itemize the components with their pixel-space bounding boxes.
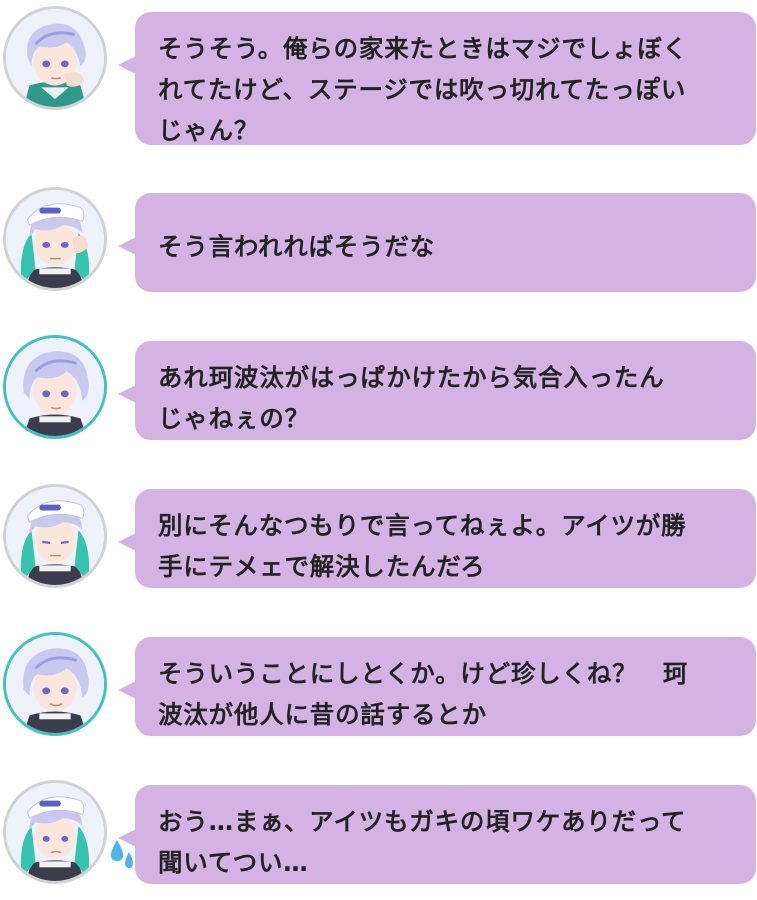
message-bubble: 別にそんなつもりで言ってねぇよ。アイツが勝 手にテメェで解決したんだろ xyxy=(118,489,756,588)
white-cap-teal-hair-avatar-icon xyxy=(6,487,104,585)
white-cap-teal-hair-avatar-icon xyxy=(6,783,104,881)
white-hair-green-jacket-avatar-icon xyxy=(6,9,104,107)
message-text: そういうことにしとくか。けど珍しくね？ 珂 波汰が他人に昔の話するとか xyxy=(158,659,689,729)
message-text: そうそう。俺らの家来たときはマジでしょぼく れてたけど、ステージでは吹っ切れてた… xyxy=(158,34,688,145)
avatar[interactable] xyxy=(3,632,107,736)
message-text: あれ珂波汰がはっぱかけたから気合入ったん じゃねぇの？ xyxy=(158,363,665,433)
white-cap-teal-hair-avatar-icon xyxy=(6,190,104,288)
bubble-tail xyxy=(118,237,136,255)
bubble-tail xyxy=(118,829,136,847)
message-bubble: あれ珂波汰がはっぱかけたから気合入ったん じゃねぇの？ xyxy=(118,341,756,440)
white-hair-teal-ring-avatar-icon xyxy=(6,635,104,733)
white-hair-teal-ring-avatar-icon xyxy=(6,338,104,436)
message-bubble: そうそう。俺らの家来たときはマジでしょぼく れてたけど、ステージでは吹っ切れてた… xyxy=(118,12,756,145)
message-text: おう…まぁ、アイツもガキの頃ワケありだって 聞いてつい… xyxy=(158,807,687,877)
avatar[interactable] xyxy=(3,6,107,110)
avatar[interactable] xyxy=(3,187,107,291)
avatar[interactable] xyxy=(3,335,107,439)
message-text: 別にそんなつもりで言ってねぇよ。アイツが勝 手にテメェで解決したんだろ xyxy=(158,511,687,581)
bubble-tail xyxy=(118,681,136,699)
message-bubble: そう言われればそうだな xyxy=(118,193,756,292)
bubble-tail xyxy=(118,533,136,551)
bubble-tail xyxy=(118,385,136,403)
message-bubble: そういうことにしとくか。けど珍しくね？ 珂 波汰が他人に昔の話するとか xyxy=(118,637,756,736)
message-bubble: おう…まぁ、アイツもガキの頃ワケありだって 聞いてつい… xyxy=(118,785,756,884)
message-text: そう言われればそうだな xyxy=(158,232,436,261)
avatar[interactable] xyxy=(3,484,107,588)
bubble-tail xyxy=(118,56,136,74)
avatar[interactable] xyxy=(3,780,107,884)
